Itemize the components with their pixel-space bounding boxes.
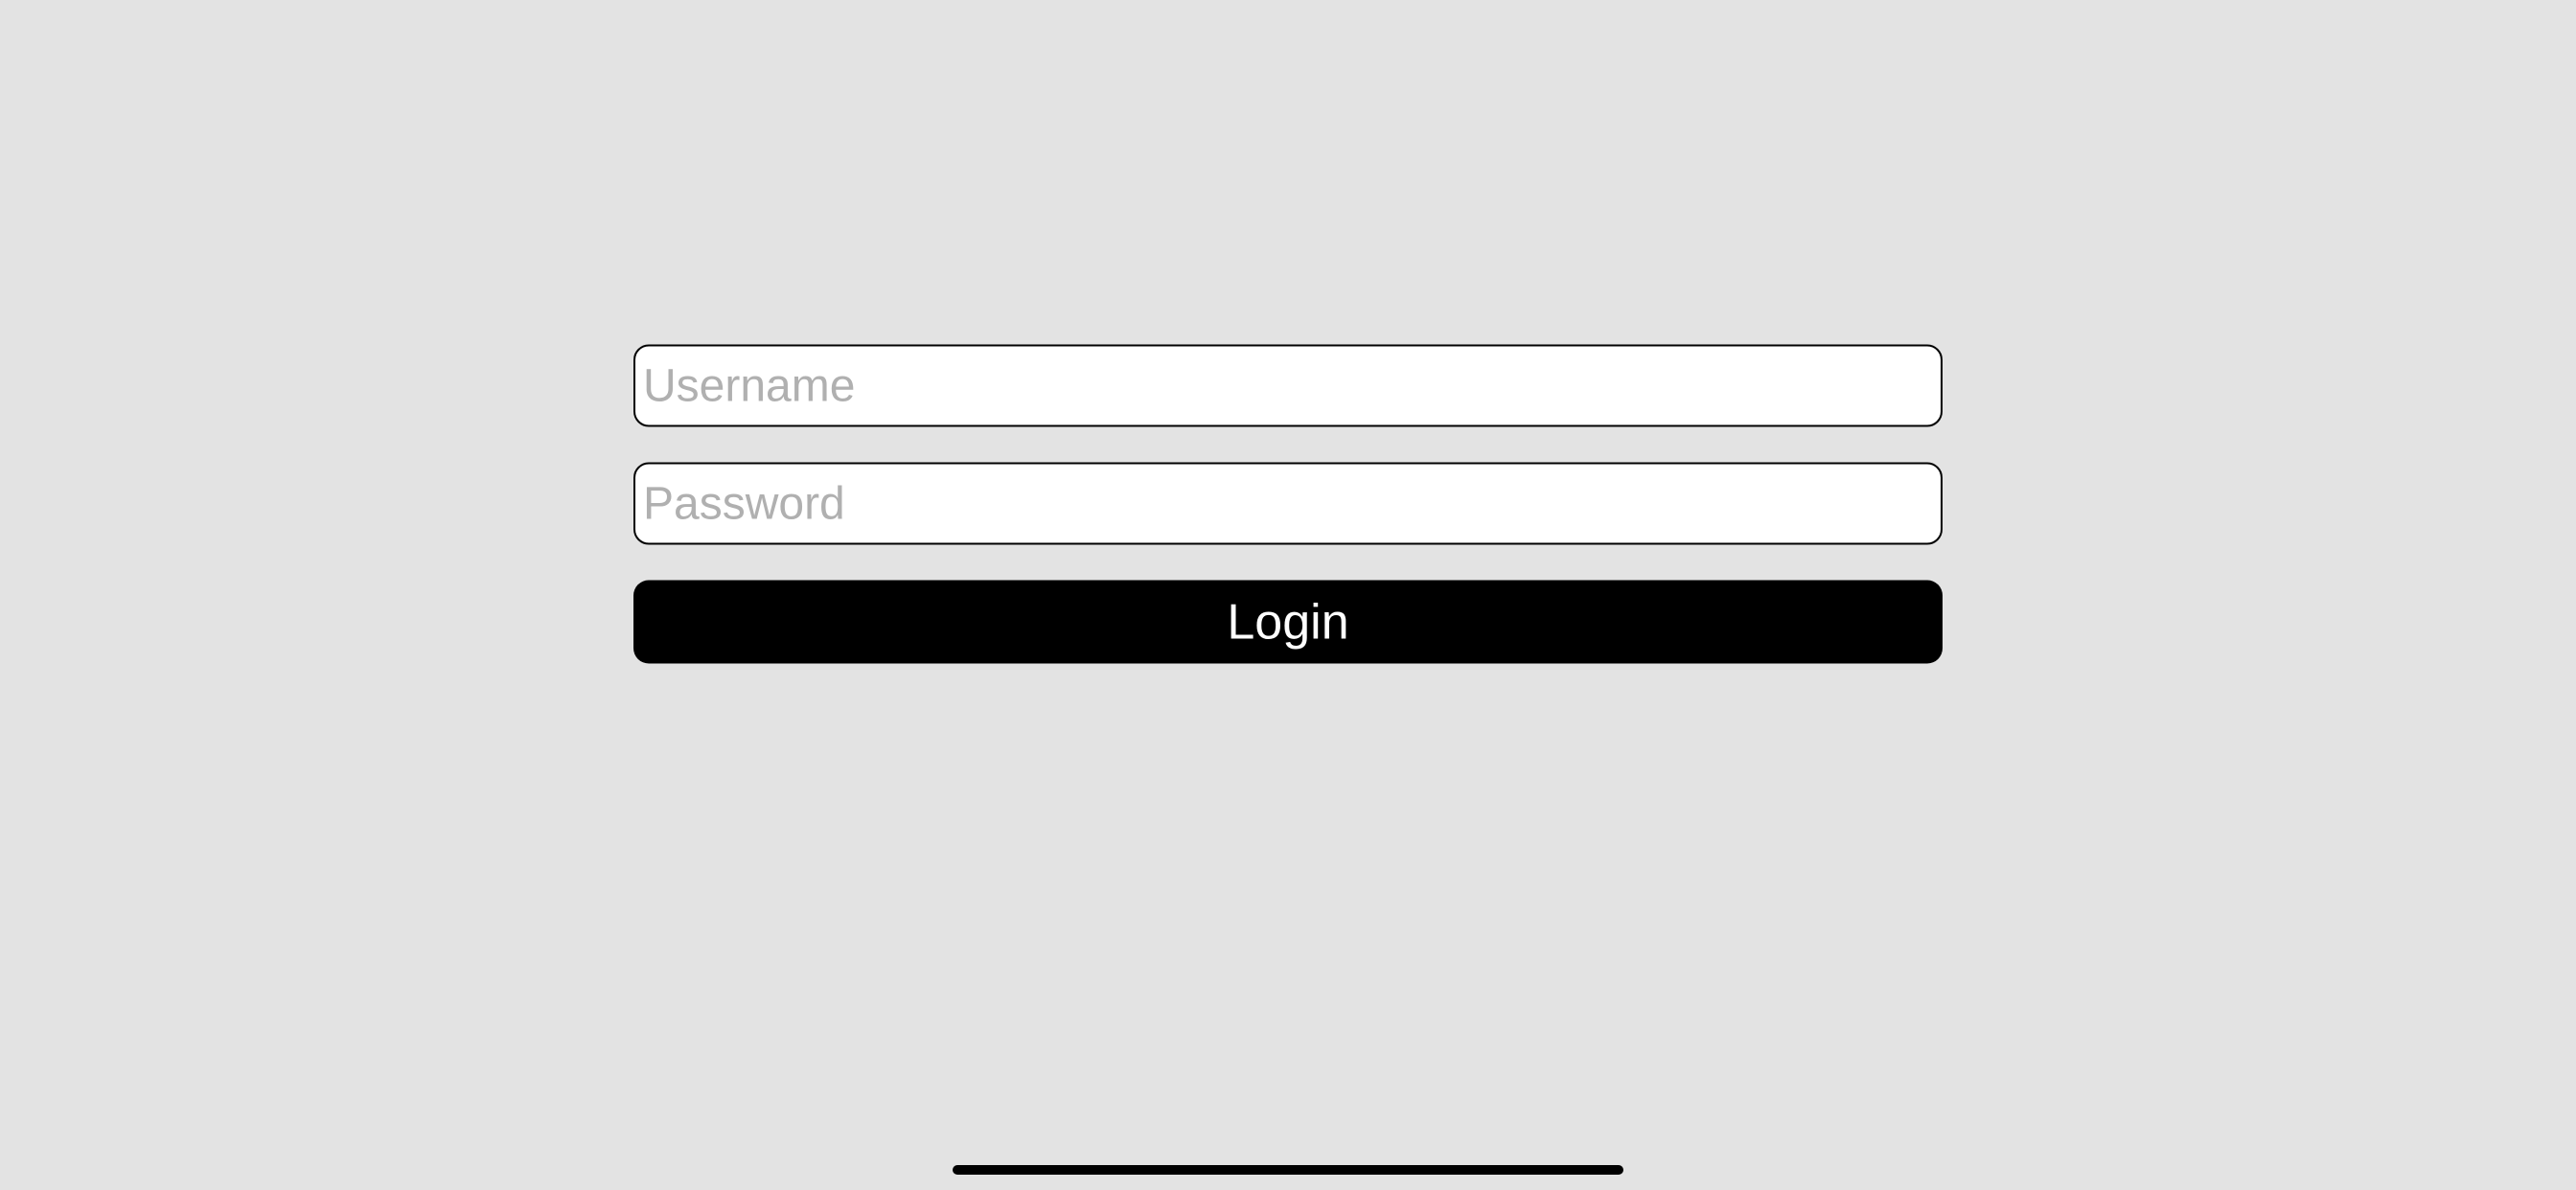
home-indicator[interactable] bbox=[953, 1165, 1623, 1175]
username-input[interactable] bbox=[633, 345, 1943, 427]
login-button[interactable]: Login bbox=[633, 581, 1943, 664]
password-input[interactable] bbox=[633, 463, 1943, 545]
login-form: Login bbox=[633, 345, 1943, 664]
